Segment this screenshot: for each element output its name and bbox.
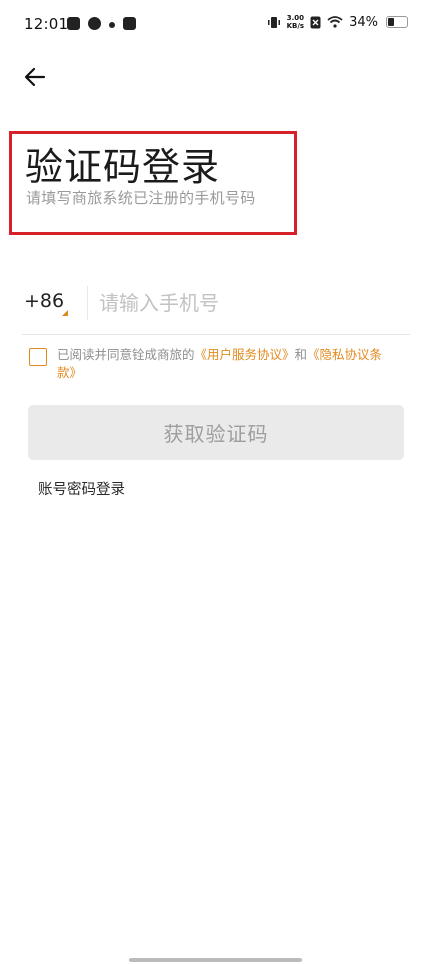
get-code-button[interactable]: 获取验证码 bbox=[28, 405, 404, 460]
phone-input-row: +86 bbox=[22, 282, 410, 335]
app-icon bbox=[67, 17, 80, 30]
net-speed-value: 3.00 bbox=[286, 14, 304, 22]
wifi-icon bbox=[327, 16, 343, 28]
sim-icon bbox=[310, 16, 321, 28]
battery-icon bbox=[386, 16, 408, 28]
back-button[interactable] bbox=[20, 62, 50, 92]
net-speed-unit: KB/s bbox=[286, 22, 305, 30]
sync-icon bbox=[88, 17, 101, 30]
status-time: 12:01 bbox=[24, 15, 69, 33]
divider bbox=[87, 286, 88, 320]
status-bar: 12:01 3.00 KB/s 34% bbox=[0, 0, 432, 50]
agreement-text: 已阅读并同意铨成商旅的《用户服务协议》和《隐私协议条款》 bbox=[57, 346, 399, 382]
country-code-selector[interactable]: +86 bbox=[24, 290, 64, 312]
page-title: 验证码登录 bbox=[25, 145, 221, 189]
phone-number-input[interactable] bbox=[99, 284, 399, 322]
dot-icon bbox=[109, 21, 115, 28]
vibrate-icon bbox=[267, 16, 280, 28]
tiktok-icon bbox=[123, 17, 136, 30]
country-code-caret-icon bbox=[62, 310, 68, 316]
net-speed: 3.00 KB/s bbox=[287, 14, 304, 30]
user-agreement-link[interactable]: 《用户服务协议》 bbox=[195, 347, 295, 362]
battery-percent: 34% bbox=[349, 14, 378, 30]
home-indicator[interactable] bbox=[129, 958, 302, 962]
login-screen: 12:01 3.00 KB/s 34% 验证码登录 请填写商旅系统已注册的手机号… bbox=[0, 0, 432, 964]
agreement-joiner: 和 bbox=[294, 347, 308, 362]
agreement-prefix: 已阅读并同意铨成商旅的 bbox=[57, 347, 195, 362]
agreement-checkbox[interactable] bbox=[29, 348, 47, 366]
notification-icons bbox=[67, 17, 136, 30]
arrow-left-icon bbox=[24, 67, 46, 87]
status-right: 3.00 KB/s 34% bbox=[267, 14, 408, 30]
password-login-link[interactable]: 账号密码登录 bbox=[38, 478, 125, 499]
page-subtitle: 请填写商旅系统已注册的手机号码 bbox=[26, 189, 256, 207]
